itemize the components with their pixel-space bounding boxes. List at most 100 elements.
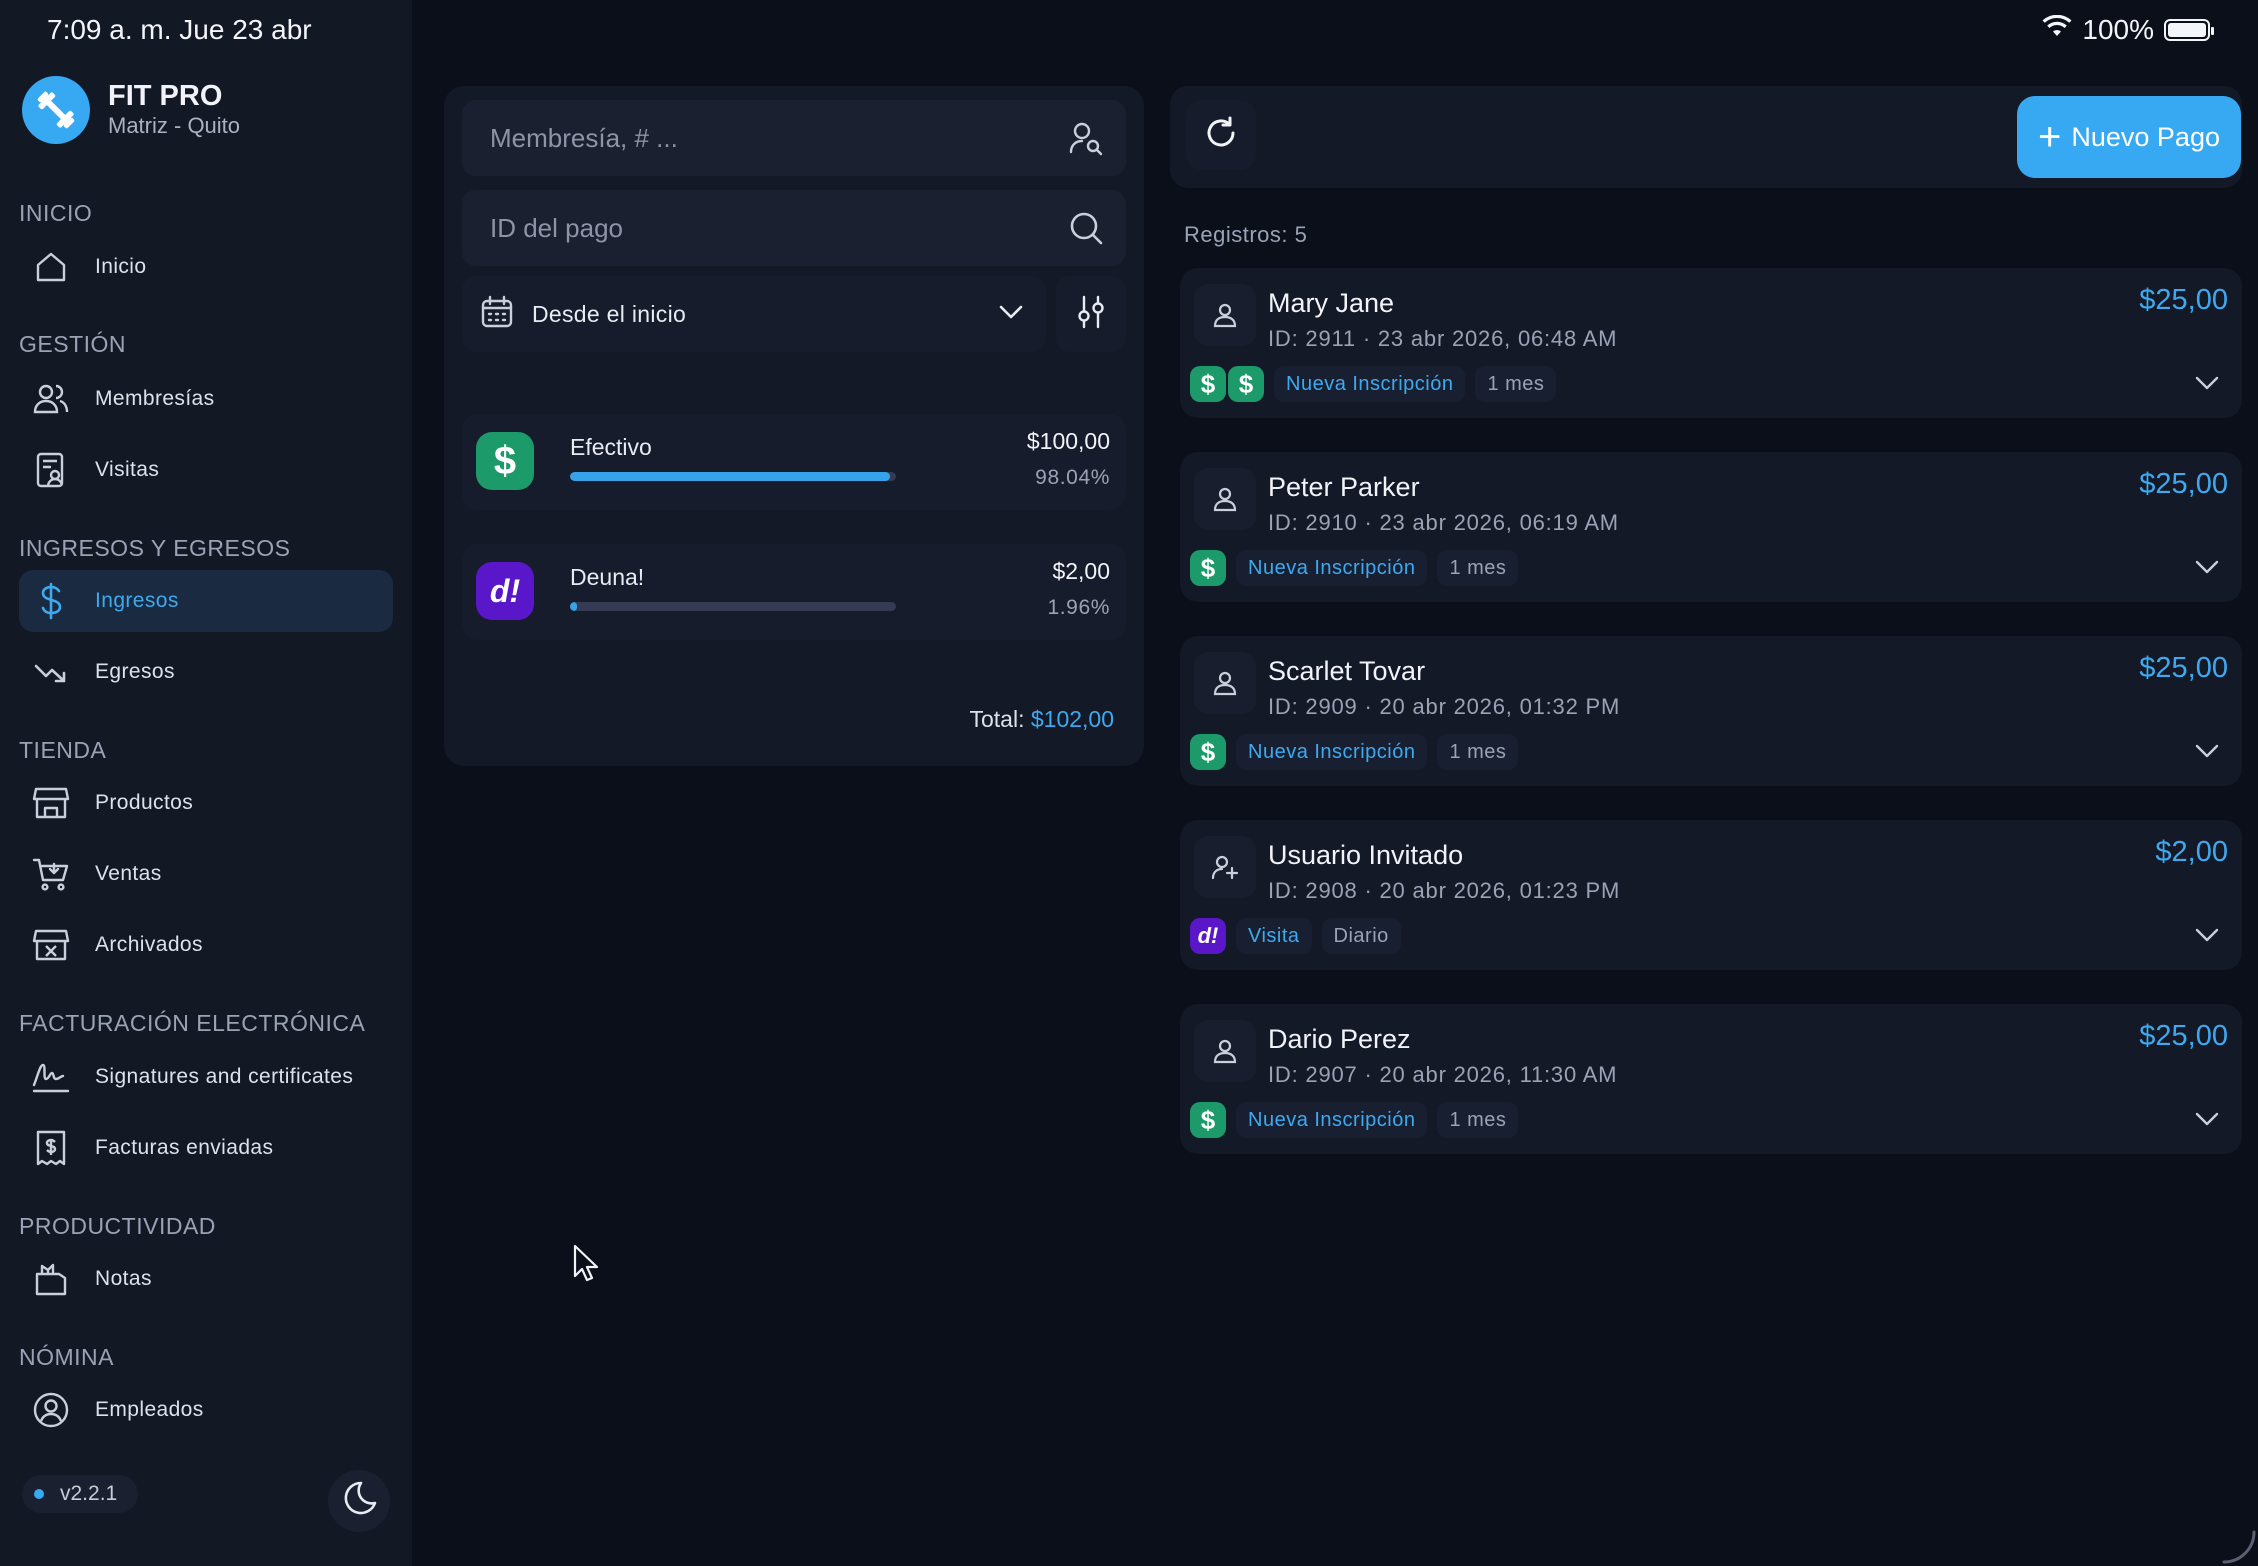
section-ingresos-egresos: INGRESOS Y EGRESOS xyxy=(19,535,291,561)
user-icon xyxy=(1194,652,1256,714)
version-badge: v2.2.1 xyxy=(22,1475,138,1513)
method-card-deuna: d! Deuna! $2,00 1.96% xyxy=(462,544,1126,640)
method-progress-fill xyxy=(570,472,890,481)
chevron-down-icon[interactable] xyxy=(2192,368,2222,398)
resize-corner-icon xyxy=(2210,1518,2258,1566)
moon-icon xyxy=(339,1479,379,1524)
sidebar-item-label: Notas xyxy=(95,1267,152,1290)
payment-meta: ID: 2910 · 23 abr 2026, 06:19 AM xyxy=(1268,510,1619,535)
sidebar-item-visitas[interactable]: Visitas xyxy=(19,439,393,501)
sidebar-item-facturas[interactable]: Facturas enviadas xyxy=(19,1117,393,1179)
chevron-down-icon[interactable] xyxy=(2192,552,2222,582)
sidebar-item-label: Egresos xyxy=(95,660,175,683)
sidebar-item-label: Empleados xyxy=(95,1398,204,1421)
refresh-icon xyxy=(1203,115,1239,156)
archived-store-icon xyxy=(31,925,71,965)
payment-duration-tag: 1 mes xyxy=(1437,734,1519,770)
payment-meta: ID: 2909 · 20 abr 2026, 01:32 PM xyxy=(1268,694,1621,719)
method-amount: $100,00 xyxy=(1026,428,1110,454)
payment-methods: $ $ xyxy=(1190,366,1264,402)
user-plus-icon xyxy=(1194,836,1256,898)
cash-icon: $ xyxy=(476,432,534,490)
invoice-icon xyxy=(31,1128,71,1168)
cash-icon: $ xyxy=(1190,366,1226,402)
payment-duration-tag: 1 mes xyxy=(1437,1102,1519,1138)
chevron-down-icon xyxy=(998,304,1024,325)
sidebar-item-empleados[interactable]: Empleados xyxy=(19,1379,393,1441)
date-range-select[interactable]: Desde el inicio xyxy=(462,276,1046,352)
payment-tags: $ Nueva Inscripción 1 mes xyxy=(1190,734,1519,770)
payment-name: Usuario Invitado xyxy=(1268,840,1464,870)
membership-input[interactable] xyxy=(490,122,1064,154)
deuna-icon: d! xyxy=(476,562,534,620)
status-indicators: 100% xyxy=(2042,14,2214,46)
sidebar-item-productos[interactable]: Productos xyxy=(19,772,393,834)
sidebar-item-signatures[interactable]: Signatures and certificates xyxy=(19,1046,393,1108)
user-search-icon[interactable] xyxy=(1064,116,1108,160)
refresh-button[interactable] xyxy=(1186,100,1256,170)
payment-card[interactable]: Scarlet Tovar ID: 2909 · 20 abr 2026, 01… xyxy=(1180,636,2242,786)
filter-settings-button[interactable] xyxy=(1056,276,1126,352)
search-icon[interactable] xyxy=(1064,206,1108,250)
user-icon xyxy=(1194,468,1256,530)
theme-toggle[interactable] xyxy=(328,1470,390,1532)
sidebar-item-notas[interactable]: Notas xyxy=(19,1248,393,1310)
mouse-cursor-icon xyxy=(572,1244,600,1284)
payment-type-tag: Nueva Inscripción xyxy=(1236,550,1428,586)
sidebar-item-membresias[interactable]: Membresías xyxy=(19,368,393,430)
users-icon xyxy=(31,379,71,419)
method-card-efectivo: $ Efectivo $100,00 98.04% xyxy=(462,414,1126,510)
sidebar-item-inicio[interactable]: Inicio xyxy=(19,236,393,298)
status-bar: 7:09 a. m. Jue 23 abr 100% xyxy=(0,0,2258,64)
membership-search xyxy=(462,100,1126,176)
method-amount: $2,00 xyxy=(1052,558,1110,584)
payment-amount: $25,00 xyxy=(2139,468,2228,500)
payment-amount: $25,00 xyxy=(2139,284,2228,316)
deuna-icon: d! xyxy=(1190,918,1226,954)
sliders-icon xyxy=(1075,294,1107,335)
payment-tags: $ Nueva Inscripción 1 mes xyxy=(1190,1102,1519,1138)
dumbbell-icon xyxy=(22,76,90,144)
payment-type-tag: Nueva Inscripción xyxy=(1274,366,1466,402)
chevron-down-icon[interactable] xyxy=(2192,920,2222,950)
payment-tags: $ Nueva Inscripción 1 mes xyxy=(1190,550,1519,586)
sidebar-item-egresos[interactable]: Egresos xyxy=(19,641,393,703)
cash-icon: $ xyxy=(1190,734,1226,770)
total: Total: $102,00 xyxy=(969,706,1114,733)
payment-duration-tag: Diario xyxy=(1321,918,1401,954)
version-label: v2.2.1 xyxy=(60,1482,118,1505)
payment-meta: ID: 2908 · 20 abr 2026, 01:23 PM xyxy=(1268,878,1621,903)
status-time: 7:09 a. m. Jue 23 abr xyxy=(47,14,312,45)
payment-amount: $25,00 xyxy=(2139,1020,2228,1052)
date-range-value: Desde el inicio xyxy=(532,300,687,327)
sidebar-item-ventas[interactable]: Ventas xyxy=(19,843,393,905)
sidebar: FIT PRO Matriz - Quito INICIO Inicio GES… xyxy=(0,0,412,1566)
payment-card[interactable]: Dario Perez ID: 2907 · 20 abr 2026, 11:3… xyxy=(1180,1004,2242,1154)
notes-icon xyxy=(31,1259,71,1299)
chevron-down-icon[interactable] xyxy=(2192,1104,2222,1134)
payment-card[interactable]: Usuario Invitado ID: 2908 · 20 abr 2026,… xyxy=(1180,820,2242,970)
section-gestion: GESTIÓN xyxy=(19,331,127,357)
battery-level xyxy=(2168,23,2206,37)
sidebar-item-label: Visitas xyxy=(95,458,160,481)
new-payment-button[interactable]: + Nuevo Pago xyxy=(2017,96,2241,178)
sidebar-item-label: Archivados xyxy=(95,933,203,956)
payment-card[interactable]: Peter Parker ID: 2910 · 23 abr 2026, 06:… xyxy=(1180,452,2242,602)
cart-icon xyxy=(31,854,71,894)
store-icon xyxy=(31,783,71,823)
payment-id-input[interactable] xyxy=(490,212,1064,244)
records-count: Registros: 5 xyxy=(1184,222,1308,247)
cash-icon: $ xyxy=(1190,550,1226,586)
payment-tags: $ $ Nueva Inscripción 1 mes xyxy=(1190,366,1557,402)
sidebar-item-label: Facturas enviadas xyxy=(95,1136,274,1159)
sidebar-item-label: Inicio xyxy=(95,255,147,278)
home-icon xyxy=(31,247,71,287)
payment-meta: ID: 2907 · 20 abr 2026, 11:30 AM xyxy=(1268,1062,1618,1087)
payment-card[interactable]: Mary Jane ID: 2911 · 23 abr 2026, 06:48 … xyxy=(1180,268,2242,418)
sidebar-item-ingresos[interactable]: Ingresos xyxy=(19,570,393,632)
chevron-down-icon[interactable] xyxy=(2192,736,2222,766)
payment-type-tag: Nueva Inscripción xyxy=(1236,1102,1428,1138)
payments-toolbar: + Nuevo Pago xyxy=(1170,86,2242,188)
total-value: $102,00 xyxy=(1030,706,1114,732)
sidebar-item-archivados[interactable]: Archivados xyxy=(19,914,393,976)
